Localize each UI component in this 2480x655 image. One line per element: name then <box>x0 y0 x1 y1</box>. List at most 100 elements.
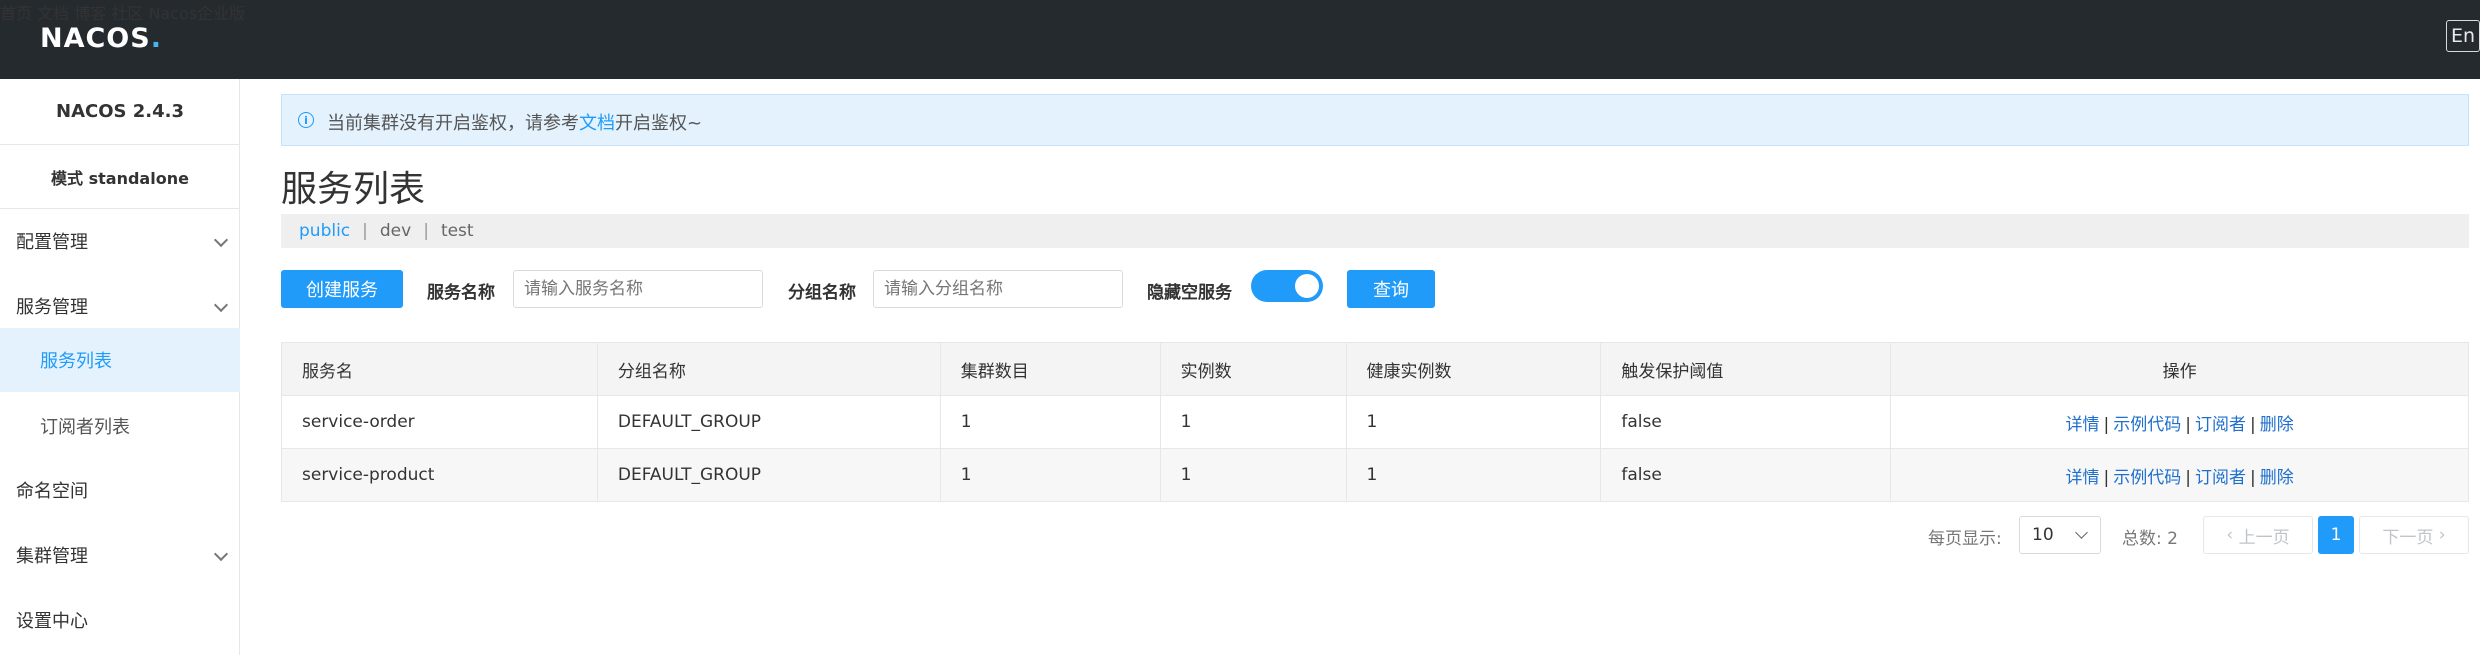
action-separator: | <box>2249 467 2256 488</box>
page-size-label: 每页显示: <box>1928 529 2002 549</box>
total-label: 总数: 2 <box>2122 524 2178 549</box>
next-page-label: 下一页 <box>2382 527 2434 548</box>
cell-cluster-count: 1 <box>939 448 1161 502</box>
action-separator: | <box>2103 414 2110 435</box>
action-separator: | <box>2249 414 2256 435</box>
cell-service-name: service-order <box>281 395 598 449</box>
cell-protect-threshold: false <box>1600 448 1892 502</box>
chevron-down-icon <box>2075 526 2088 539</box>
notice-docs-link[interactable]: 文档 <box>579 113 615 134</box>
chevron-left-icon: ‹ <box>2226 525 2239 545</box>
service-table: 服务名 分组名称 集群数目 实例数 健康实例数 触发保护阈值 操作 servic… <box>281 342 2469 502</box>
chevron-right-icon: › <box>2433 525 2446 545</box>
cell-protect-threshold: false <box>1600 395 1892 449</box>
cell-instance-count: 1 <box>1159 448 1347 502</box>
cell-healthy-count: 1 <box>1345 395 1602 449</box>
sidebar-item-namespace[interactable]: 命名空间 <box>0 458 240 522</box>
namespace-test[interactable]: test <box>441 221 474 241</box>
chevron-down-icon <box>213 546 229 562</box>
detail-link[interactable]: 详情 <box>2066 468 2100 488</box>
chevron-down-icon <box>213 232 229 248</box>
mode-label: 模式 standalone <box>0 145 240 209</box>
page-size-value: 10 <box>2032 525 2054 545</box>
group-name-label: 分组名称 <box>788 283 856 303</box>
total-count: 2 <box>2167 529 2178 549</box>
top-nav-bar: NACOS. 首页 文档 博客 社区 Nacos企业版 En <box>0 0 2480 79</box>
sidebar-item-label: 集群管理 <box>16 546 88 567</box>
next-page-button[interactable]: 下一页 › <box>2359 516 2469 554</box>
nav-enterprise[interactable]: Nacos企业版 <box>148 4 245 23</box>
detail-link[interactable]: 详情 <box>2066 415 2100 435</box>
cell-instance-count: 1 <box>1159 395 1347 449</box>
toggle-knob <box>1295 274 1319 298</box>
sample-code-link[interactable]: 示例代码 <box>2113 415 2181 435</box>
query-button[interactable]: 查询 <box>1347 270 1435 308</box>
table-row: service-order DEFAULT_GROUP 1 1 1 false … <box>281 395 2469 449</box>
sidebar-item-label: 服务列表 <box>40 351 112 372</box>
cell-service-name: service-product <box>281 448 598 502</box>
create-service-button[interactable]: 创建服务 <box>281 270 403 308</box>
total-label-text: 总数: <box>2122 529 2162 549</box>
notice-text: 当前集群没有开启鉴权，请参考文档开启鉴权~ <box>327 109 702 135</box>
delete-link[interactable]: 删除 <box>2260 468 2294 488</box>
version-label: NACOS 2.4.3 <box>0 79 240 145</box>
action-separator: | <box>2185 467 2191 488</box>
group-name-input[interactable] <box>873 270 1123 308</box>
cell-group-name: DEFAULT_GROUP <box>596 395 941 449</box>
column-header: 实例数 <box>1159 342 1347 396</box>
sample-code-link[interactable]: 示例代码 <box>2113 468 2181 488</box>
service-name-label: 服务名称 <box>427 283 495 303</box>
service-name-input[interactable] <box>513 270 763 308</box>
namespace-dev[interactable]: dev <box>380 221 411 241</box>
table-row: service-product DEFAULT_GROUP 1 1 1 fals… <box>281 448 2469 502</box>
cell-group-name: DEFAULT_GROUP <box>596 448 941 502</box>
sidebar-item-config-management[interactable]: 配置管理 <box>0 209 240 273</box>
subscribers-link[interactable]: 订阅者 <box>2195 415 2246 435</box>
column-header: 分组名称 <box>596 342 941 396</box>
cell-cluster-count: 1 <box>939 395 1161 449</box>
page-title: 服务列表 <box>281 169 426 210</box>
logo-dot: . <box>150 22 162 54</box>
namespace-separator: | <box>423 221 429 241</box>
table-header-row: 服务名 分组名称 集群数目 实例数 健康实例数 触发保护阈值 操作 <box>281 342 2469 396</box>
subscribers-link[interactable]: 订阅者 <box>2195 468 2246 488</box>
column-header: 健康实例数 <box>1345 342 1602 396</box>
sidebar: NACOS 2.4.3 模式 standalone 配置管理 服务管理 服务列表… <box>0 79 240 655</box>
column-header: 服务名 <box>281 342 598 396</box>
column-header: 集群数目 <box>939 342 1161 396</box>
delete-link[interactable]: 删除 <box>2260 415 2294 435</box>
sidebar-item-cluster-management[interactable]: 集群管理 <box>0 523 240 587</box>
nacos-logo[interactable]: NACOS. <box>40 18 162 58</box>
cell-healthy-count: 1 <box>1345 448 1602 502</box>
cell-actions: 详情 | 示例代码 | 订阅者 | 删除 <box>1890 448 2469 502</box>
namespace-public[interactable]: public <box>299 221 350 241</box>
column-header: 操作 <box>1890 342 2469 396</box>
sidebar-item-subscriber-list[interactable]: 订阅者列表 <box>0 394 240 458</box>
sidebar-item-settings-center[interactable]: 设置中心 <box>0 588 240 652</box>
page-number-current[interactable]: 1 <box>2318 516 2354 554</box>
column-header: 触发保护阈值 <box>1600 342 1892 396</box>
prev-page-button[interactable]: ‹ 上一页 <box>2203 516 2313 554</box>
chevron-down-icon <box>213 297 229 313</box>
namespace-bar: public | dev | test <box>281 214 2469 248</box>
hide-empty-service-toggle[interactable] <box>1251 270 1323 302</box>
prev-page-label: 上一页 <box>2238 527 2290 548</box>
notice-text-after: 开启鉴权~ <box>615 113 703 134</box>
hide-empty-service-label: 隐藏空服务 <box>1147 283 1232 303</box>
nav-home[interactable]: 首页 <box>0 4 32 23</box>
language-switch-button[interactable]: En <box>2446 20 2480 52</box>
sidebar-item-label: 设置中心 <box>16 611 88 632</box>
namespace-separator: | <box>362 221 368 241</box>
page-size-select[interactable]: 10 <box>2019 516 2101 554</box>
info-icon: i <box>298 112 314 128</box>
logo-text: NACOS <box>40 22 151 54</box>
notice-text-before: 当前集群没有开启鉴权，请参考 <box>327 113 579 134</box>
auth-notice: i 当前集群没有开启鉴权，请参考文档开启鉴权~ <box>281 94 2469 146</box>
cell-actions: 详情 | 示例代码 | 订阅者 | 删除 <box>1890 395 2469 449</box>
action-separator: | <box>2103 467 2110 488</box>
sidebar-item-label: 订阅者列表 <box>40 417 130 438</box>
sidebar-item-service-list[interactable]: 服务列表 <box>0 328 240 392</box>
sidebar-item-label: 服务管理 <box>16 297 88 318</box>
sidebar-item-label: 命名空间 <box>16 481 88 502</box>
action-separator: | <box>2185 414 2191 435</box>
